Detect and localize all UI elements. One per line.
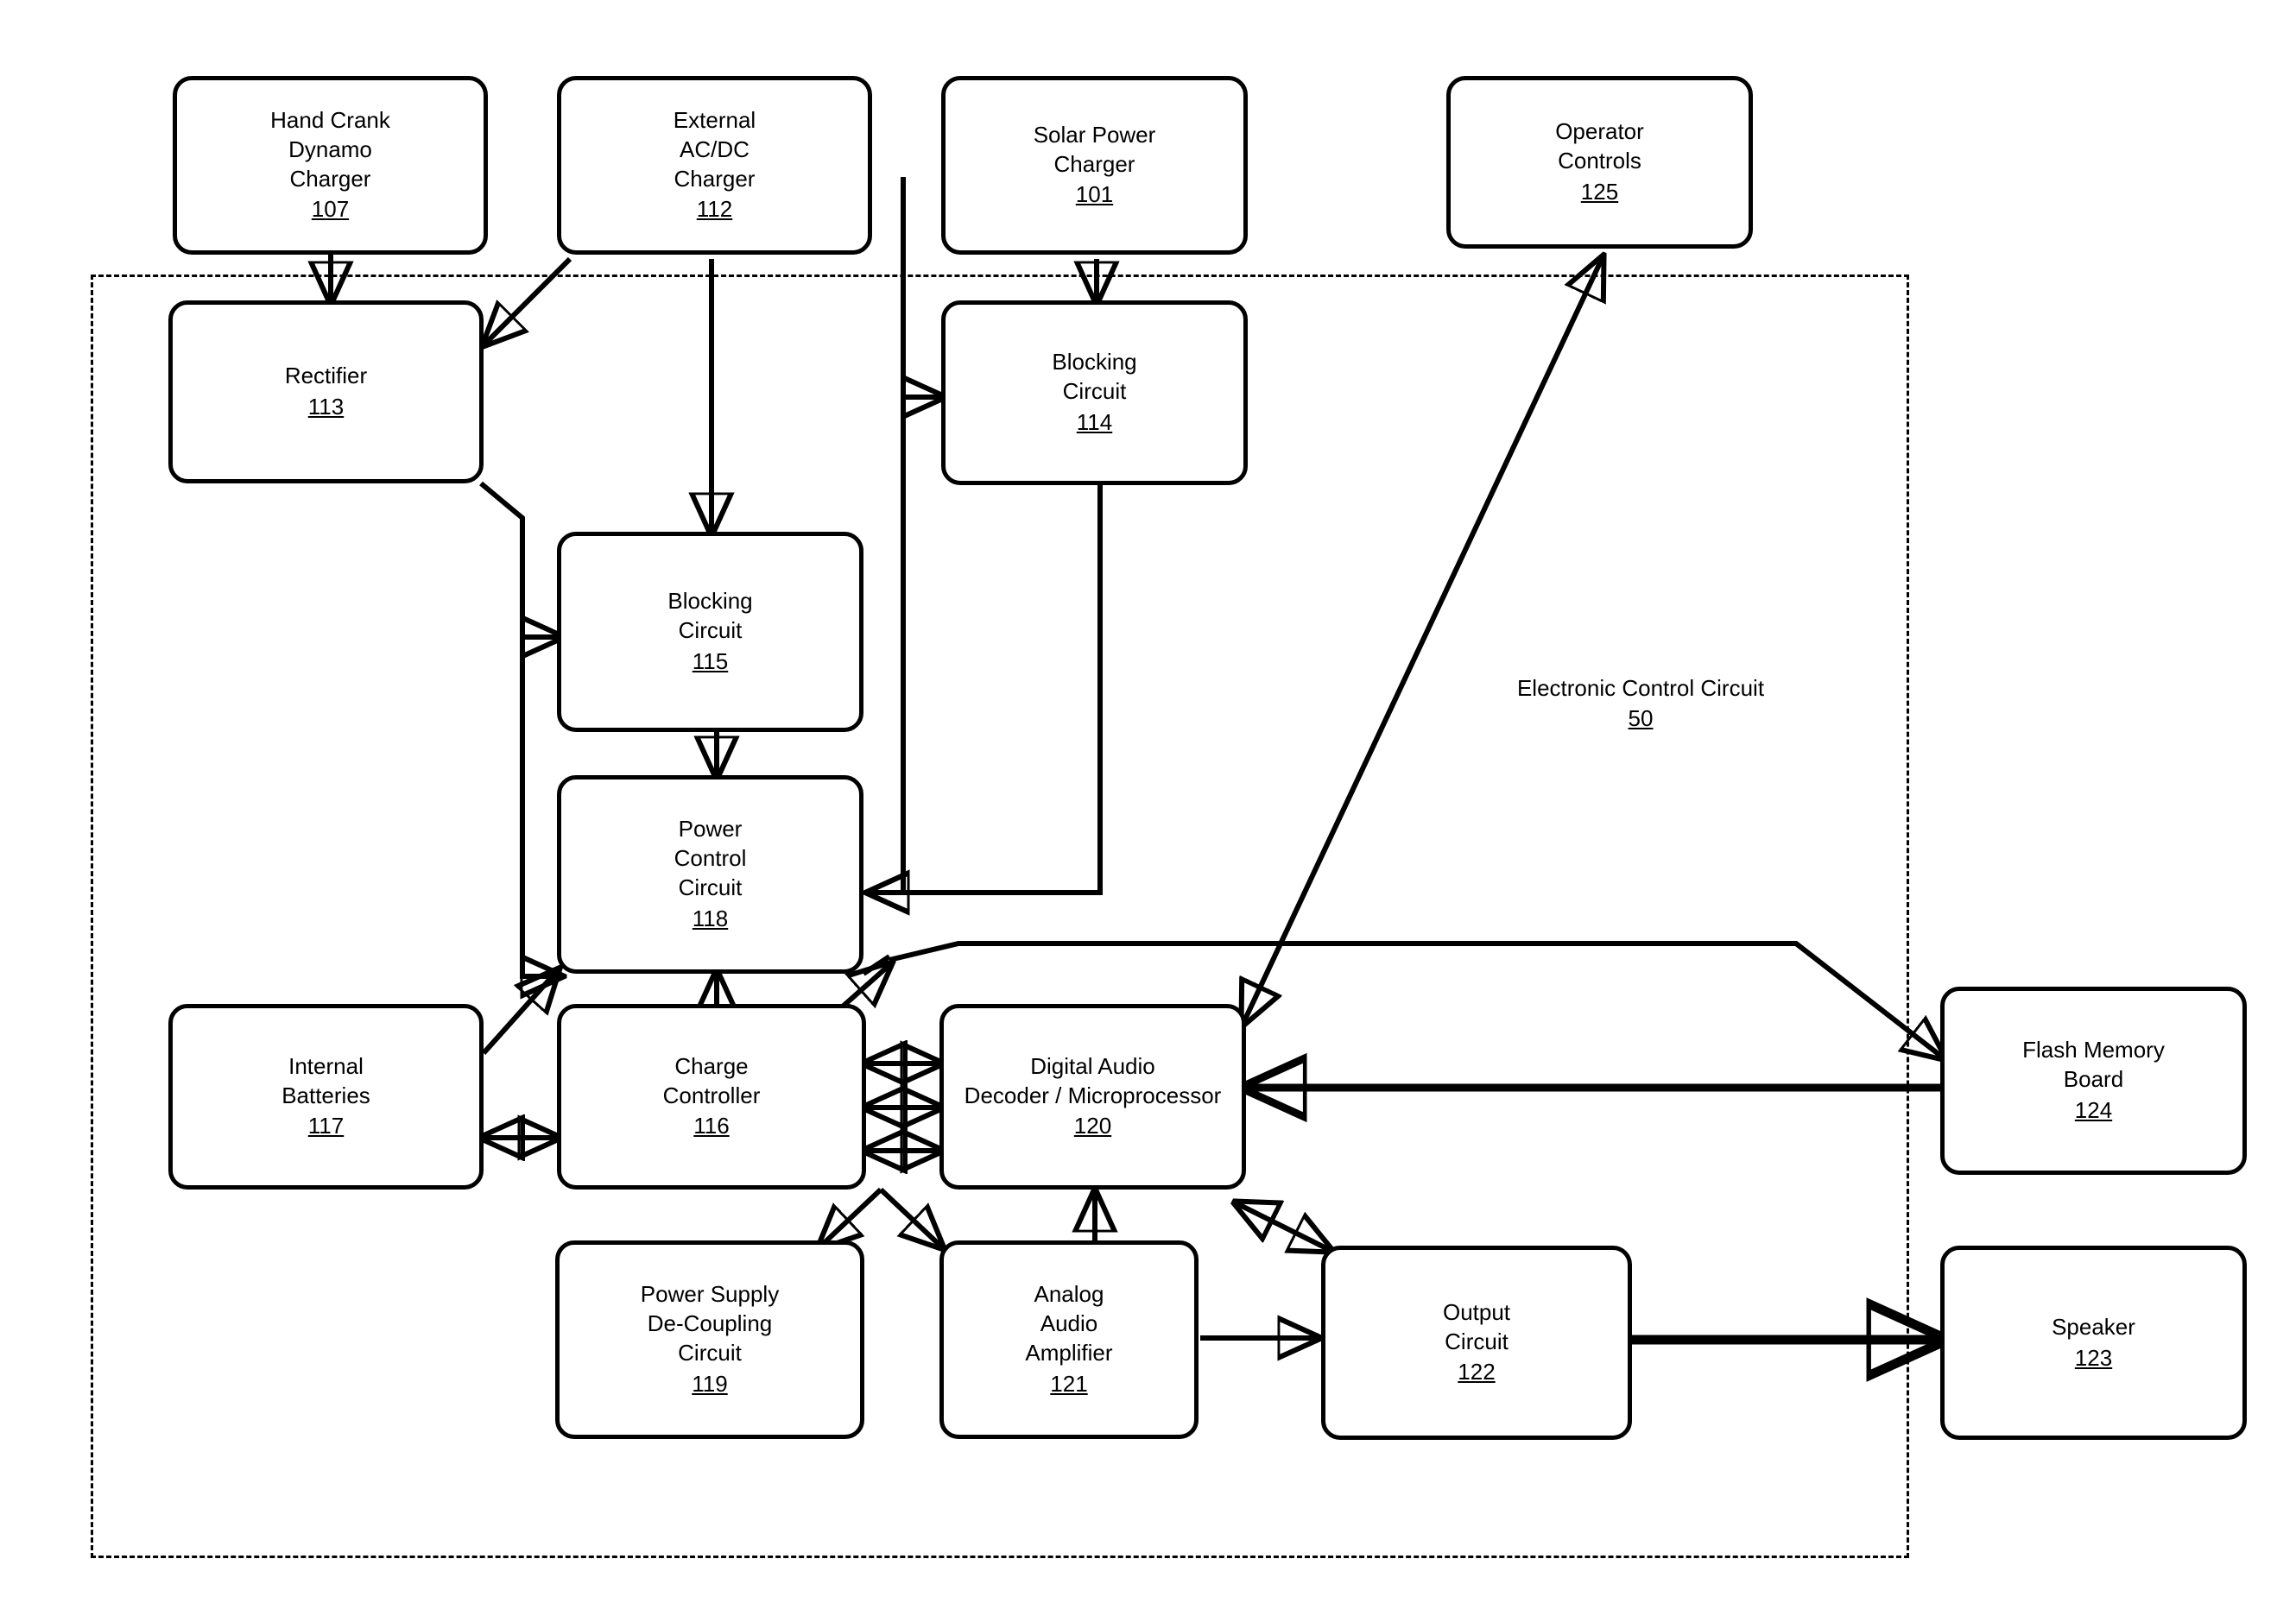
node-label: Solar Power Charger xyxy=(1033,121,1156,177)
node-ref: 117 xyxy=(307,1113,345,1139)
node-speaker[interactable]: Speaker 123 xyxy=(1940,1246,2247,1440)
node-output-circuit[interactable]: Output Circuit 122 xyxy=(1321,1246,1632,1440)
node-power-supply-decoupling-circuit[interactable]: Power Supply De-Coupling Circuit 119 xyxy=(555,1240,864,1439)
figure-canvas: Hand Crank Dynamo Charger 107 External A… xyxy=(0,0,2296,1622)
node-flash-memory-board[interactable]: Flash Memory Board 124 xyxy=(1940,987,2247,1175)
node-label: Internal Batteries xyxy=(281,1052,370,1108)
node-ref: 114 xyxy=(1076,408,1113,435)
node-label: Analog Audio Amplifier xyxy=(1025,1281,1113,1366)
enclosure-label-text: Electronic Control Circuit xyxy=(1516,675,1765,701)
node-ref: 121 xyxy=(1050,1370,1088,1397)
node-blocking-circuit-114[interactable]: Blocking Circuit 114 xyxy=(941,300,1248,485)
node-internal-batteries[interactable]: Internal Batteries 117 xyxy=(168,1004,484,1190)
node-label: Speaker xyxy=(2052,1313,2135,1340)
node-label: Charge Controller xyxy=(662,1052,761,1108)
node-digital-audio-decoder-microprocessor[interactable]: Digital Audio Decoder / Microprocessor 1… xyxy=(939,1004,1246,1190)
node-ref: 115 xyxy=(692,647,729,674)
node-operator-controls[interactable]: Operator Controls 125 xyxy=(1446,76,1753,249)
node-ref: 113 xyxy=(307,394,345,420)
node-ref: 101 xyxy=(1075,181,1114,208)
node-analog-audio-amplifier[interactable]: Analog Audio Amplifier 121 xyxy=(939,1240,1199,1439)
node-ref: 116 xyxy=(693,1113,730,1139)
node-charge-controller[interactable]: Charge Controller 116 xyxy=(557,1004,866,1190)
node-ref: 125 xyxy=(1580,178,1619,205)
node-blocking-circuit-115[interactable]: Blocking Circuit 115 xyxy=(557,532,863,732)
node-label: Flash Memory Board xyxy=(2022,1037,2165,1093)
node-ref: 119 xyxy=(692,1370,728,1397)
node-label: Operator Controls xyxy=(1555,118,1644,174)
node-label: Power Supply De-Coupling Circuit xyxy=(640,1281,780,1366)
node-ref: 122 xyxy=(1458,1359,1496,1385)
node-ref: 124 xyxy=(2074,1096,2113,1123)
node-ref: 118 xyxy=(692,905,729,931)
node-label: Digital Audio Decoder / Microprocessor xyxy=(964,1052,1222,1108)
node-label: Output Circuit xyxy=(1442,1298,1511,1354)
node-label: External AC/DC Charger xyxy=(673,106,756,192)
node-ref: 123 xyxy=(2074,1344,2113,1371)
node-solar-power-charger[interactable]: Solar Power Charger 101 xyxy=(941,76,1248,255)
node-label: Blocking Circuit xyxy=(667,588,753,644)
node-label: Power Control Circuit xyxy=(674,816,747,900)
node-label: Hand Crank Dynamo Charger xyxy=(270,106,390,192)
node-label: Blocking Circuit xyxy=(1052,349,1137,405)
node-ref: 112 xyxy=(696,196,733,223)
node-rectifier[interactable]: Rectifier 113 xyxy=(168,300,484,483)
node-ref: 120 xyxy=(1073,1113,1112,1139)
node-power-control-circuit[interactable]: Power Control Circuit 118 xyxy=(557,775,863,974)
node-external-acdc-charger[interactable]: External AC/DC Charger 112 xyxy=(557,76,872,255)
node-ref: 107 xyxy=(311,196,350,223)
enclosure-label-ref: 50 xyxy=(1628,704,1654,731)
electronic-control-circuit-label: Electronic Control Circuit 50 xyxy=(1468,673,1813,734)
node-label: Rectifier xyxy=(284,363,368,389)
node-hand-crank-dynamo-charger[interactable]: Hand Crank Dynamo Charger 107 xyxy=(173,76,488,255)
